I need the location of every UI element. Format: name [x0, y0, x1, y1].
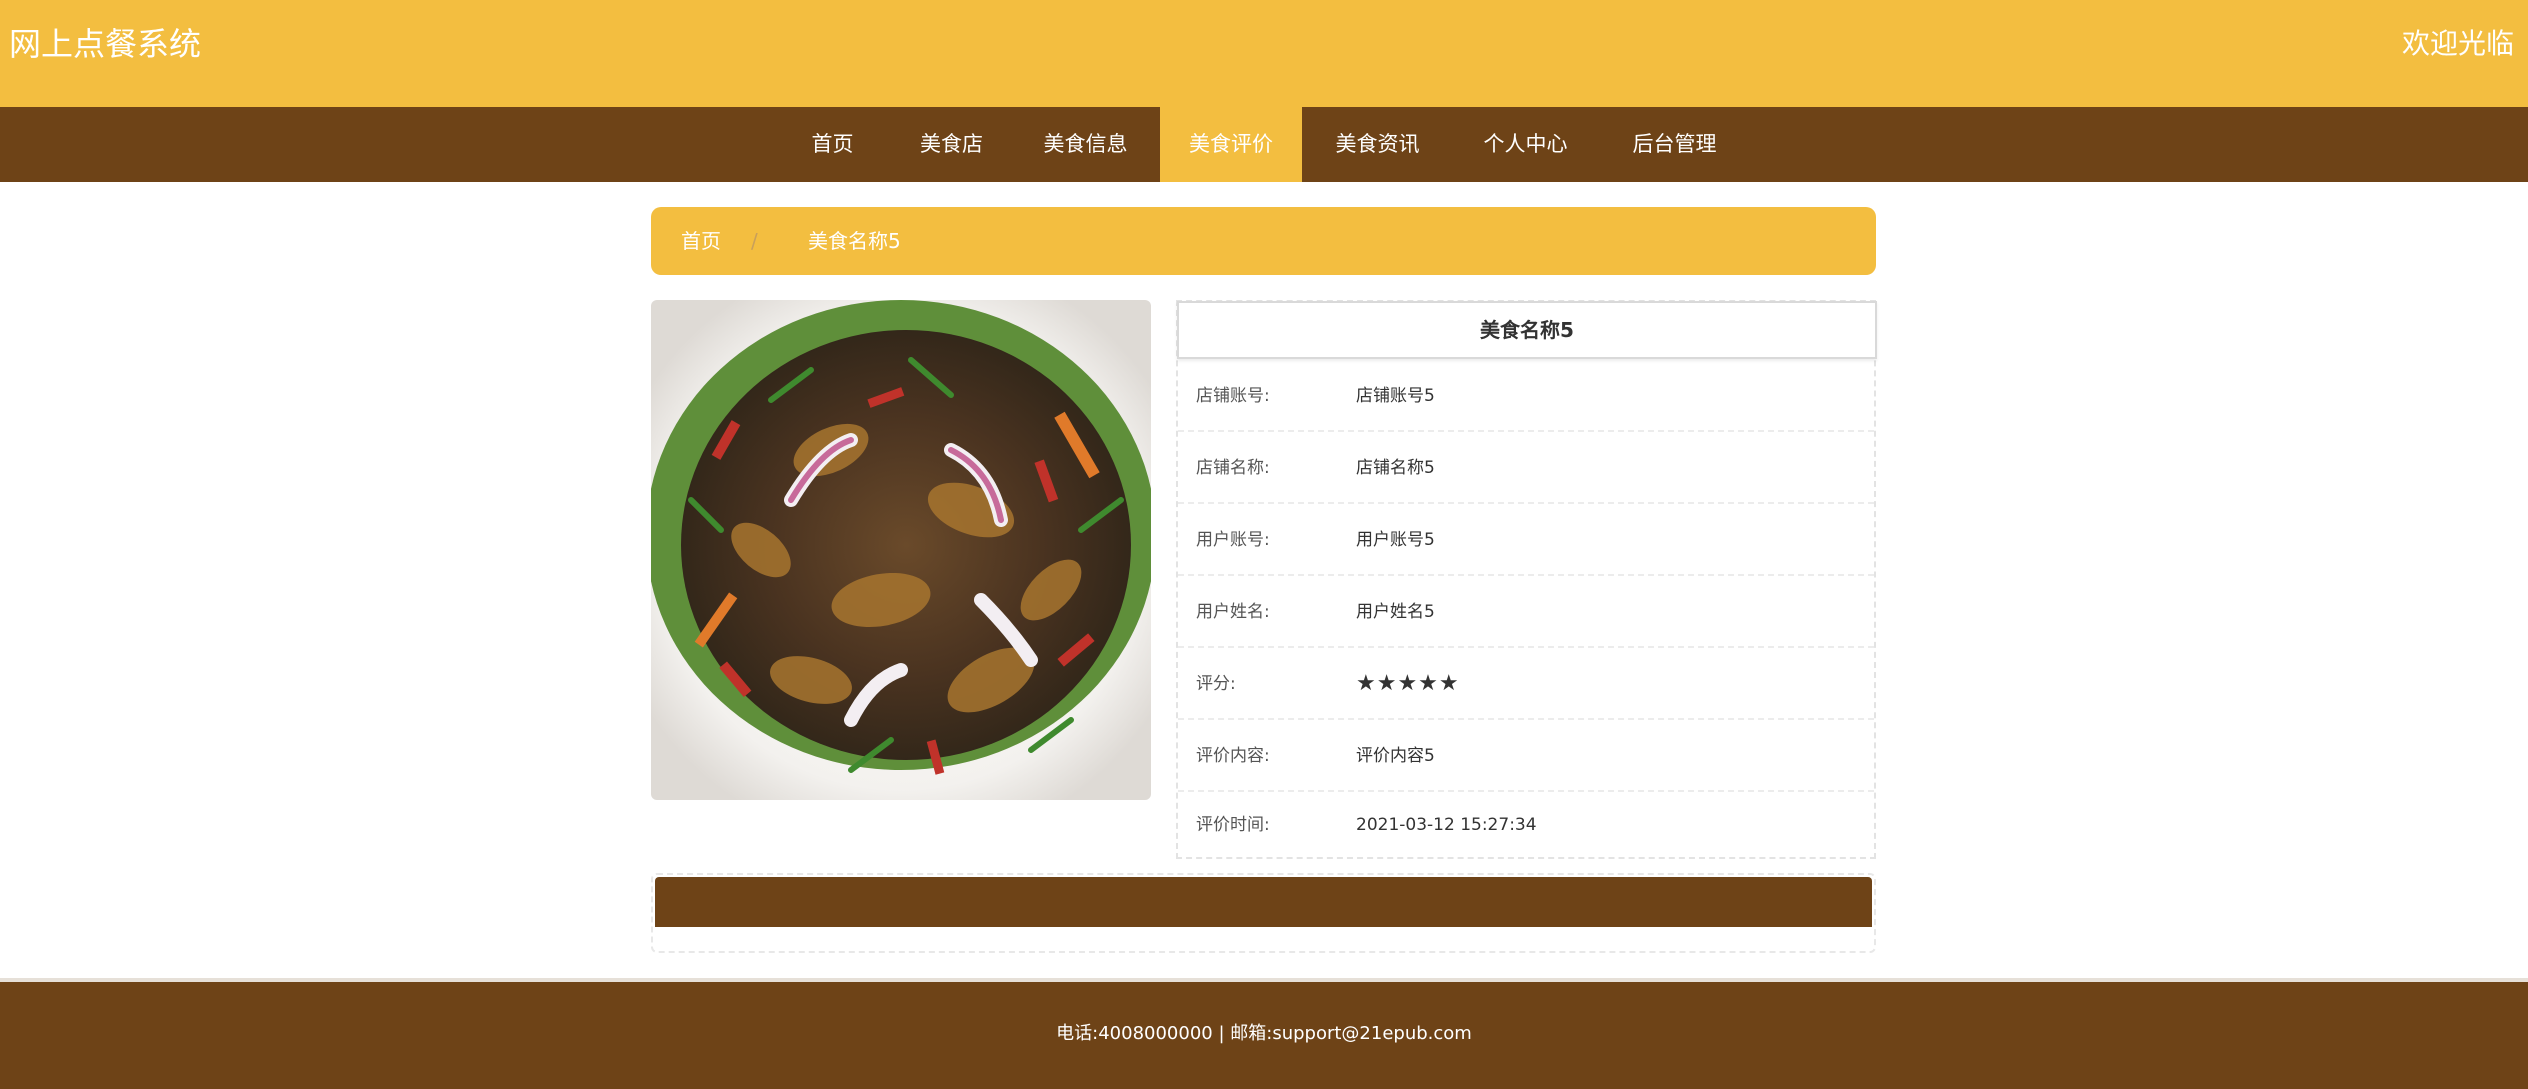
section-header-bar [655, 877, 1872, 927]
food-photo-illustration [651, 300, 1151, 800]
detail-title: 美食名称5 [1177, 301, 1877, 359]
detail-label: 评分: [1196, 674, 1236, 694]
breadcrumb-separator: / [751, 229, 758, 253]
detail-value: 用户账号5 [1356, 530, 1435, 550]
detail-value: 店铺名称5 [1356, 458, 1435, 478]
detail-row-user-name: 用户姓名: 用户姓名5 [1178, 576, 1874, 648]
nav-item-user-center[interactable]: 个人中心 [1468, 107, 1583, 182]
rating-stars: ★★★★★ [1356, 671, 1460, 696]
detail-row-store-account: 店铺账号: 店铺账号5 [1178, 360, 1874, 432]
detail-label: 用户账号: [1196, 530, 1270, 550]
detail-label: 店铺账号: [1196, 386, 1270, 406]
detail-label: 用户姓名: [1196, 602, 1270, 622]
detail-content-section [651, 873, 1876, 953]
detail-row-user-account: 用户账号: 用户账号5 [1178, 504, 1874, 576]
detail-label: 评价时间: [1196, 815, 1270, 835]
nav-item-food-info[interactable]: 美食信息 [1028, 107, 1143, 182]
detail-value: 店铺账号5 [1356, 386, 1435, 406]
detail-row-review-content: 评价内容: 评价内容5 [1178, 720, 1874, 792]
nav-item-food-reviews[interactable]: 美食评价 [1160, 107, 1302, 182]
detail-value: 2021-03-12 15:27:34 [1356, 815, 1537, 835]
site-footer: 电话:4008000000 | 邮箱:support@21epub.com [0, 978, 2528, 1089]
detail-label: 店铺名称: [1196, 458, 1270, 478]
breadcrumb-home-link[interactable]: 首页 [681, 207, 721, 275]
detail-value: 用户姓名5 [1356, 602, 1435, 622]
detail-row-review-time: 评价时间: 2021-03-12 15:27:34 [1178, 792, 1874, 857]
detail-row-store-name: 店铺名称: 店铺名称5 [1178, 432, 1874, 504]
welcome-text: 欢迎光临 [2401, 27, 2514, 60]
detail-row-rating: 评分: ★★★★★ [1178, 648, 1874, 720]
nav-item-admin[interactable]: 后台管理 [1617, 107, 1732, 182]
detail-label: 评价内容: [1196, 746, 1270, 766]
nav-item-home[interactable]: 首页 [790, 107, 875, 182]
site-header: 网上点餐系统 欢迎光临 [0, 0, 2528, 107]
review-detail-panel: 美食名称5 店铺账号: 店铺账号5 店铺名称: 店铺名称5 用户账号: 用户账号… [1176, 300, 1877, 859]
site-logo[interactable]: 网上点餐系统 [9, 24, 201, 64]
nav-item-restaurants[interactable]: 美食店 [905, 107, 998, 182]
food-image [651, 300, 1151, 800]
detail-value: 评价内容5 [1356, 746, 1435, 766]
main-nav: 首页 美食店 美食信息 美食评价 美食资讯 个人中心 后台管理 [0, 107, 2528, 182]
breadcrumb-current: 美食名称5 [808, 229, 901, 253]
footer-contact: 电话:4008000000 | 邮箱:support@21epub.com [1056, 1023, 1472, 1044]
nav-item-food-news[interactable]: 美食资讯 [1320, 107, 1435, 182]
breadcrumb: 首页 / 美食名称5 [651, 207, 1876, 275]
